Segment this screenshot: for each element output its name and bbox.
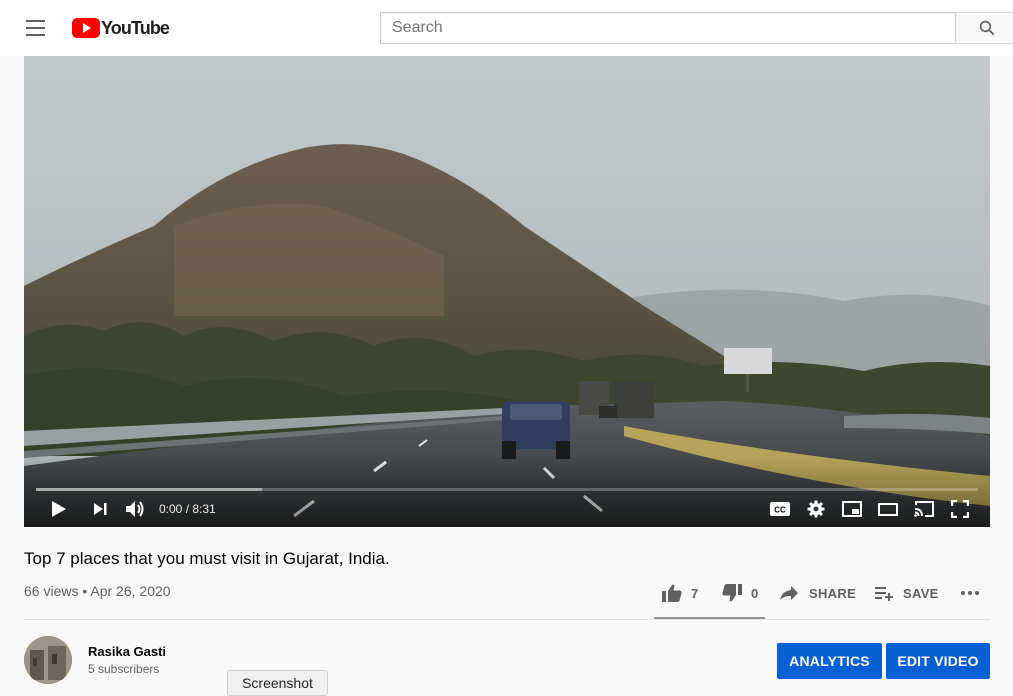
edit-video-button[interactable]: EDIT VIDEO (886, 643, 990, 679)
info-divider (24, 619, 990, 620)
search-button[interactable] (955, 12, 1013, 44)
video-title: Top 7 places that you must visit in Guja… (24, 549, 390, 568)
menu-icon[interactable] (16, 16, 56, 40)
save-label: SAVE (903, 585, 939, 601)
settings-icon (807, 500, 825, 518)
play-button[interactable] (44, 496, 74, 522)
theater-icon (878, 502, 898, 516)
avatar-image (24, 636, 72, 684)
youtube-logo-icon (72, 18, 100, 38)
theater-button[interactable] (873, 496, 903, 522)
channel-name[interactable]: Rasika Gasti (88, 644, 166, 659)
like-count: 7 (691, 585, 699, 601)
cast-button[interactable] (909, 496, 939, 522)
miniplayer-icon (842, 501, 862, 517)
captions-button[interactable]: CC (765, 496, 795, 522)
captions-icon: CC (770, 502, 790, 516)
volume-icon (126, 501, 144, 517)
subscriber-count: 5 subscribers (88, 662, 160, 676)
like-icon (662, 584, 682, 602)
miniplayer-button[interactable] (837, 496, 867, 522)
logo-text: YouTube (101, 17, 170, 38)
fullscreen-button[interactable] (945, 496, 975, 522)
share-label: SHARE (809, 585, 857, 601)
more-actions-button[interactable] (960, 580, 980, 606)
fullscreen-icon (951, 500, 969, 518)
settings-button[interactable] (801, 496, 831, 522)
sentiment-bar (654, 617, 765, 619)
next-icon (94, 503, 107, 515)
play-icon (52, 501, 66, 517)
video-player[interactable]: 0:00 / 8:31 CC (24, 56, 990, 527)
time-display: 0:00 / 8:31 (159, 502, 216, 516)
youtube-logo[interactable]: YouTube (72, 17, 170, 39)
svg-text:CC: CC (774, 506, 786, 515)
more-icon (961, 591, 979, 595)
progress-bar[interactable] (36, 488, 978, 491)
channel-avatar[interactable] (24, 636, 72, 684)
dislike-count: 0 (751, 585, 759, 601)
next-button[interactable] (85, 496, 115, 522)
volume-button[interactable] (120, 496, 150, 522)
search-icon (979, 20, 995, 36)
share-icon (780, 586, 798, 600)
save-playlist-icon (875, 587, 893, 601)
cast-icon (914, 501, 934, 517)
analytics-button[interactable]: ANALYTICS (777, 643, 882, 679)
share-button[interactable]: SHARE (779, 580, 856, 606)
masthead: YouTube (0, 0, 1013, 56)
dislike-button[interactable]: 0 (721, 580, 759, 606)
screenshot-tooltip: Screenshot (227, 670, 328, 696)
like-button[interactable]: 7 (661, 580, 699, 606)
search-input[interactable] (380, 12, 956, 44)
progress-buffered (36, 488, 263, 491)
video-meta: 66 views • Apr 26, 2020 (24, 583, 171, 599)
dislike-icon (722, 584, 742, 602)
save-button[interactable]: SAVE (874, 580, 939, 606)
